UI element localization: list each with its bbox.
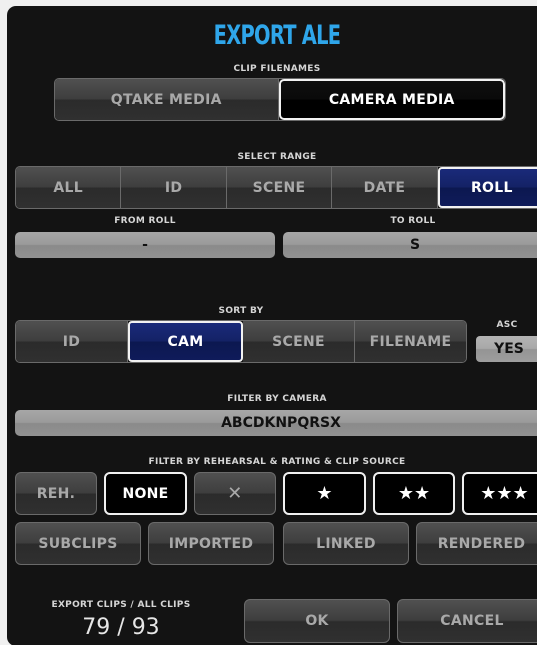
two-star-button[interactable]: ★★ <box>373 472 455 515</box>
export-count-label: EXPORT CLIPS / ALL CLIPS <box>51 600 191 610</box>
rendered-button[interactable]: RENDERED <box>416 522 537 565</box>
three-star-button[interactable]: ★★★ <box>462 472 537 515</box>
qtake-media-option[interactable]: QTAKE MEDIA <box>55 79 279 120</box>
range-date-option[interactable]: DATE <box>332 167 438 208</box>
export-ale-dialog: EXPORT ALE CLIP FILENAMES QTAKE MEDIA CA… <box>7 6 537 645</box>
one-star-button[interactable]: ★ <box>283 472 366 515</box>
one-star-icon: ★ <box>316 483 333 504</box>
imported-button[interactable]: IMPORTED <box>148 522 274 565</box>
rating-none-button[interactable]: NONE <box>104 472 187 515</box>
select-range-label: SELECT RANGE <box>237 152 317 162</box>
range-id-option[interactable]: ID <box>121 167 227 208</box>
asc-label: ASC <box>496 320 518 330</box>
reject-icon[interactable]: ✕ <box>194 472 276 515</box>
clip-filenames-toggle: QTAKE MEDIA CAMERA MEDIA <box>54 78 506 121</box>
filter-rating-label: FILTER BY REHEARSAL & RATING & CLIP SOUR… <box>148 457 406 467</box>
sort-by-label: SORT BY <box>218 306 264 316</box>
dialog-title: EXPORT ALE <box>213 20 341 51</box>
range-roll-option[interactable]: ROLL <box>437 167 537 208</box>
sort-cam-option[interactable]: CAM <box>128 321 243 362</box>
select-range-segment: ALL ID SCENE DATE ROLL <box>15 166 537 209</box>
three-star-icon: ★★★ <box>480 483 529 504</box>
sort-by-segment: ID CAM SCENE FILENAME <box>15 320 467 363</box>
to-roll-field[interactable]: S <box>283 232 537 258</box>
rehearsal-button[interactable]: REH. <box>15 472 97 515</box>
ok-button[interactable]: OK <box>244 599 390 643</box>
filter-camera-field[interactable]: ABCDKNPQRSX <box>15 410 537 436</box>
range-all-option[interactable]: ALL <box>16 167 122 208</box>
sort-filename-option[interactable]: FILENAME <box>355 321 466 362</box>
clip-filenames-label: CLIP FILENAMES <box>233 64 321 74</box>
camera-media-option[interactable]: CAMERA MEDIA <box>278 79 505 120</box>
asc-yes-button[interactable]: YES <box>476 336 537 362</box>
export-count-value: 79 / 93 <box>82 615 160 640</box>
sort-scene-option[interactable]: SCENE <box>243 321 355 362</box>
to-roll-label: TO ROLL <box>390 216 436 226</box>
two-star-icon: ★★ <box>397 483 431 504</box>
from-roll-label: FROM ROLL <box>114 216 176 226</box>
sort-id-option[interactable]: ID <box>16 321 128 362</box>
range-scene-option[interactable]: SCENE <box>226 167 333 208</box>
filter-camera-label: FILTER BY CAMERA <box>227 394 327 404</box>
subclips-button[interactable]: SUBCLIPS <box>15 522 141 565</box>
cancel-button[interactable]: CANCEL <box>397 599 537 643</box>
from-roll-field[interactable]: - <box>15 232 275 258</box>
linked-button[interactable]: LINKED <box>283 522 409 565</box>
